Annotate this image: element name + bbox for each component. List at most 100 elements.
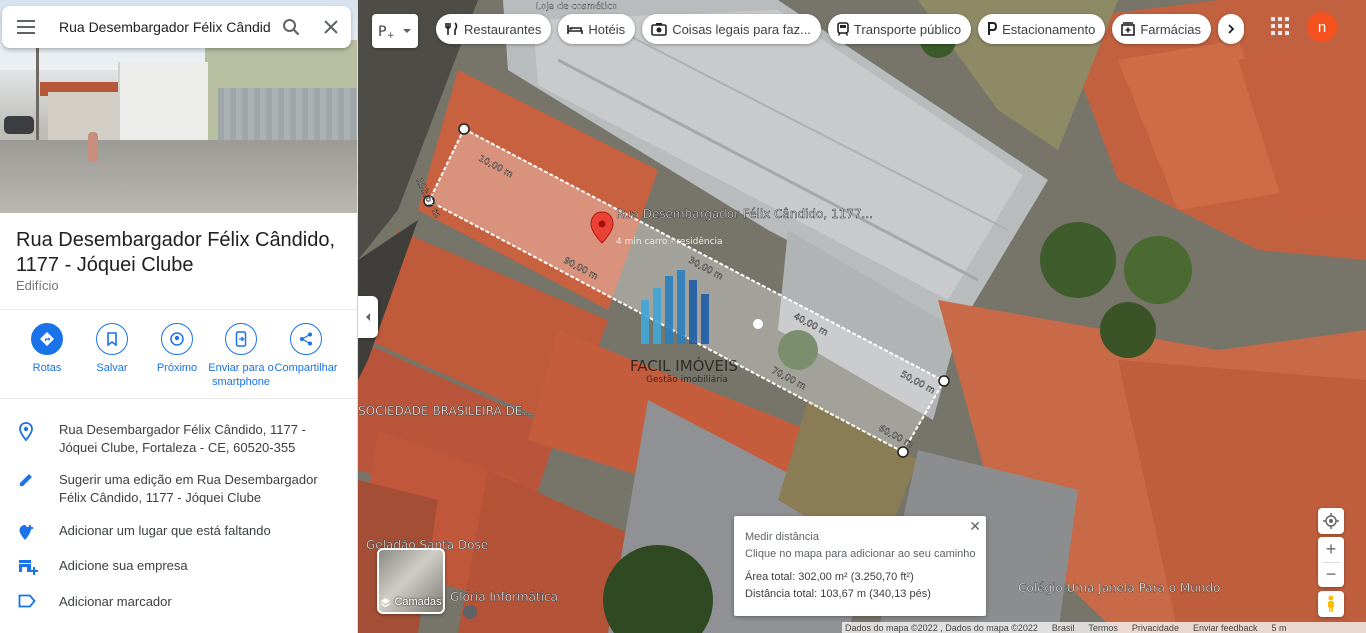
add-place-icon [0, 522, 59, 548]
measure-distance: Distância total: 103,67 m (340,13 pés) [745, 588, 931, 600]
location-pin-icon [0, 421, 59, 447]
svg-text:P: P [378, 24, 386, 40]
share-button[interactable]: Compartilhar [271, 323, 341, 375]
add-business-icon [0, 557, 59, 581]
action-label: Salvar [96, 362, 128, 374]
add-place-row[interactable]: Adicionar um lugar que está faltando [0, 522, 357, 548]
measure-hint: Clique no mapa para adicionar ao seu cam… [745, 548, 976, 560]
suggest-edit-text: Sugerir uma edição em Rua Desembargador … [59, 472, 318, 505]
action-bar: Rotas Salvar Próximo Enviar para o smart… [0, 323, 357, 393]
category-chips: Restaurantes Hotéis Coisas legais para f… [436, 14, 1245, 44]
chevron-right-icon [1228, 24, 1235, 34]
chip-label: Coisas legais para faz... [672, 21, 811, 37]
watermark-title: FACIL IMÓVEIS [630, 356, 738, 375]
measure-vertex[interactable] [938, 375, 950, 387]
crosshair-icon [1323, 513, 1339, 529]
privacy-link[interactable]: Privacidade [1132, 623, 1179, 633]
menu-icon[interactable] [2, 6, 50, 48]
action-label: Rotas [32, 362, 62, 374]
divider [0, 398, 357, 399]
place-category[interactable]: Edifício [16, 278, 59, 293]
add-business-text: Adicione sua empresa [59, 558, 188, 573]
zoom-out-button[interactable]: − [1326, 563, 1337, 587]
chip-parking[interactable]: Estacionamento [978, 14, 1106, 44]
layers-label: Camadas [394, 596, 442, 608]
chips-next-button[interactable] [1218, 14, 1245, 44]
fork-knife-icon [445, 22, 459, 36]
close-icon[interactable]: ✕ [969, 518, 981, 535]
measure-vertex[interactable] [458, 123, 470, 135]
place-panel: Rua Desembargador Félix Cândido, 1177 - … [0, 0, 358, 633]
zoom-controls: + − [1318, 537, 1344, 587]
pharmacy-icon [1121, 22, 1136, 36]
scale-bar[interactable]: 5 m [1272, 623, 1287, 633]
pegman-icon [1328, 595, 1334, 612]
place-map-label[interactable]: Rua Desembargador Félix Cândido, 1177... [616, 207, 873, 222]
pegman-button[interactable] [1318, 591, 1344, 617]
address-row[interactable]: Rua Desembargador Félix Cândido, 1177 - … [0, 421, 357, 457]
measure-midpoint[interactable] [753, 319, 763, 329]
save-button[interactable]: Salvar [77, 323, 147, 375]
account-avatar[interactable]: n [1307, 12, 1337, 42]
chip-hotels[interactable]: Hotéis [558, 14, 636, 44]
train-icon [837, 22, 849, 36]
watermark-subtitle: Gestão imobiliária [646, 375, 728, 385]
chip-things-to-do[interactable]: Coisas legais para faz... [642, 14, 821, 44]
feedback-link[interactable]: Enviar feedback [1193, 623, 1258, 633]
action-label: Compartilhar [274, 362, 338, 374]
measure-distance-card: Medir distância Clique no mapa para adic… [734, 516, 986, 616]
edit-pencil-icon [0, 471, 59, 493]
chip-restaurants[interactable]: Restaurantes [436, 14, 552, 44]
search-input[interactable]: Rua Desembargador Félix Cândido [50, 19, 271, 35]
measure-area: Área total: 302,00 m² (3.250,70 ft²) [745, 571, 914, 583]
action-label: Próximo [156, 362, 198, 374]
chip-label: Estacionamento [1002, 21, 1096, 37]
action-label: Enviar para o smartphone [208, 362, 274, 388]
poi-pin-icon[interactable] [463, 605, 477, 619]
nearby-button[interactable]: Próximo [142, 323, 212, 375]
layers-icon [381, 597, 391, 607]
chip-label: Farmácias [1140, 21, 1202, 37]
suggest-edit-row[interactable]: Sugerir uma edição em Rua Desembargador … [0, 471, 357, 507]
close-icon[interactable] [311, 6, 351, 48]
bookmark-icon [96, 323, 128, 355]
chevron-left-icon [366, 313, 370, 321]
chip-pharmacies[interactable]: Farmácias [1112, 14, 1212, 44]
add-label-row[interactable]: Adicionar marcador [0, 593, 357, 613]
bed-icon [567, 23, 584, 35]
add-place-text: Adicionar um lugar que está faltando [59, 523, 271, 538]
terms-link[interactable]: Termos [1088, 623, 1118, 633]
poi-label[interactable]: Glória Informática [450, 590, 558, 604]
layers-toggle[interactable]: Camadas [377, 548, 445, 614]
parking-traffic-icon: P + [378, 24, 395, 41]
poi-label[interactable]: Colégio Uma Janela Para o Mundo [1018, 581, 1221, 595]
directions-icon [31, 323, 63, 355]
chip-label: Transporte público [853, 21, 962, 37]
chip-label: Hotéis [588, 21, 626, 37]
measure-title: Medir distância [745, 531, 819, 543]
poi-label[interactable]: Loja de cosmético [536, 1, 618, 12]
directions-button[interactable]: Rotas [12, 323, 82, 375]
apps-grid-icon[interactable] [1270, 16, 1290, 41]
send-to-phone-button[interactable]: Enviar para o smartphone [206, 323, 276, 389]
svg-text:+: + [387, 31, 395, 41]
add-business-row[interactable]: Adicione sua empresa [0, 557, 357, 581]
divider [0, 309, 357, 310]
collapse-panel-button[interactable] [358, 296, 378, 338]
send-to-phone-icon [225, 323, 257, 355]
parking-icon [987, 22, 998, 36]
add-label-text: Adicionar marcador [59, 594, 172, 609]
label-icon [0, 593, 59, 613]
share-icon [290, 323, 322, 355]
address-text: Rua Desembargador Félix Cândido, 1177 - … [59, 422, 306, 455]
nearby-icon [161, 323, 193, 355]
country-link[interactable]: Brasil [1052, 623, 1075, 633]
zoom-in-button[interactable]: + [1326, 538, 1337, 562]
camera-icon [651, 22, 667, 36]
chip-transit[interactable]: Transporte público [827, 14, 972, 44]
layer-selector[interactable]: P + [372, 14, 418, 48]
my-location-button[interactable] [1318, 508, 1344, 534]
poi-label[interactable]: SOCIEDADE BRASILEIRA DE... [358, 404, 534, 418]
map-footer: Dados do mapa ©2022 , Dados do mapa ©202… [842, 622, 1366, 633]
search-icon[interactable] [271, 6, 311, 48]
